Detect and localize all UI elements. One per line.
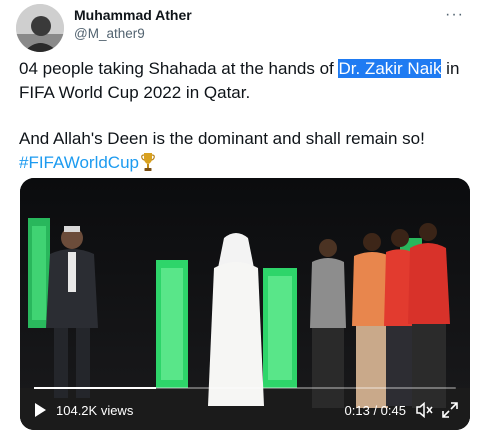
author-handle[interactable]: @M_ather9 [74,26,145,41]
tweet-line-1: 04 people taking Shahada at the hands of… [19,57,469,104]
progress-bar[interactable] [34,387,456,389]
fullscreen-icon[interactable] [442,402,458,418]
volume-muted-icon[interactable] [416,401,434,419]
tweet-text: 04 people taking Shahada at the hands of… [19,57,469,178]
avatar[interactable] [16,4,64,52]
video-time: 0:13 / 0:45 [344,403,406,418]
tweet-card: Muhammad Ather @M_ather9 ··· 04 people t… [0,0,480,439]
highlighted-text: Dr. Zakir Naik [338,59,442,78]
more-icon[interactable]: ··· [445,6,464,24]
text-before: 04 people taking Shahada at the hands of [19,59,339,78]
progress-fill [34,387,157,389]
profile-photo [16,4,64,52]
view-count: 104.2K views [56,403,134,418]
author-name[interactable]: Muhammad Ather [74,7,192,23]
tweet-sentence: And Allah's Deen is the dominant and sha… [19,129,425,148]
tweet-line-2: And Allah's Deen is the dominant and sha… [19,127,469,178]
video-player[interactable]: 104.2K views 0:13 / 0:45 [20,178,470,430]
video-frame [20,178,470,430]
play-icon[interactable] [32,402,48,418]
video-controls: 104.2K views 0:13 / 0:45 [20,400,470,422]
hashtag-link[interactable]: #FIFAWorldCup [19,153,139,172]
trophy-icon [141,152,155,179]
